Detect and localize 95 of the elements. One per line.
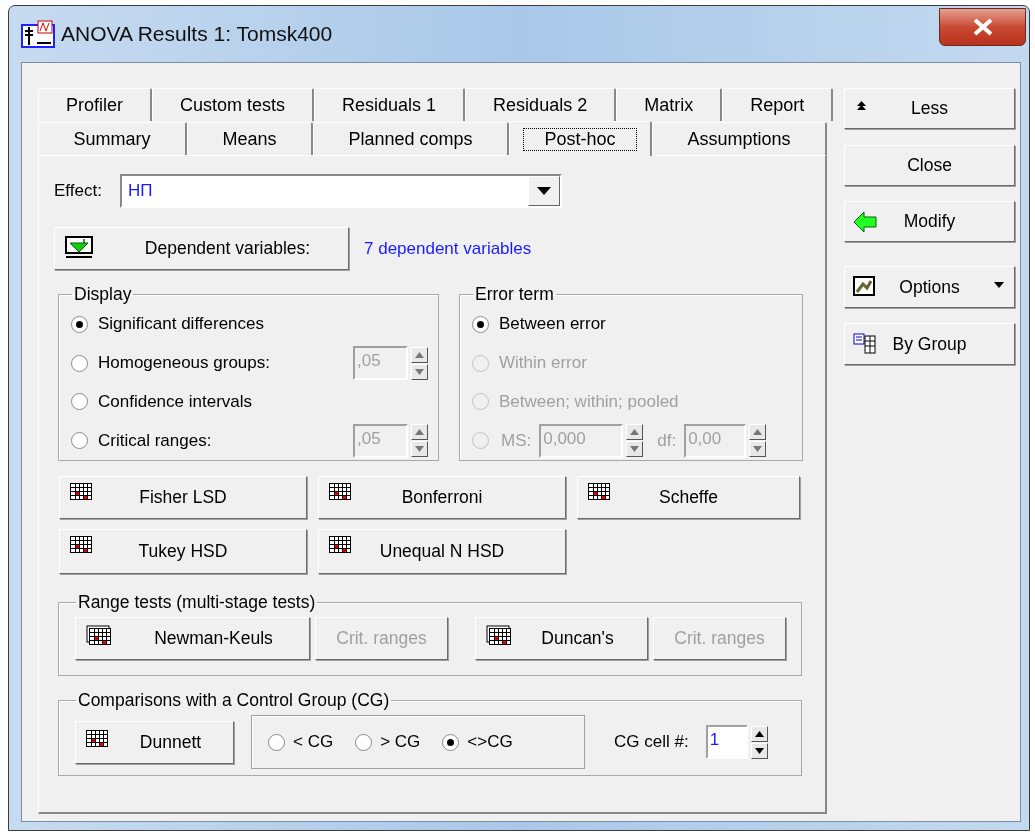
- table-icon: [329, 483, 351, 503]
- spin-down-button[interactable]: [750, 742, 768, 759]
- test-button[interactable]: Newman-Keuls: [75, 617, 310, 660]
- up-triangle-icon: [630, 429, 640, 436]
- dependent-variables-summary: 7 dependent variables: [364, 238, 532, 259]
- down-triangle-icon: [753, 446, 763, 453]
- tab[interactable]: Custom tests: [152, 88, 315, 121]
- radio-button[interactable]: [355, 733, 373, 751]
- radio-label: Between error: [499, 314, 606, 335]
- spin-down-button[interactable]: [411, 363, 428, 380]
- side-button[interactable]: By Group: [844, 323, 1015, 365]
- table-icon: [86, 625, 112, 645]
- radio-label: < CG: [293, 732, 334, 752]
- down-triangle-icon: [415, 446, 424, 453]
- field-label: df:: [657, 430, 677, 451]
- field-label: MS:: [501, 430, 532, 451]
- test-button[interactable]: Tukey HSD: [59, 529, 307, 574]
- spin-up-button[interactable]: [750, 725, 768, 742]
- tab[interactable]: Post-hoc: [509, 121, 652, 156]
- dropdown-button[interactable]: [527, 176, 560, 206]
- up-triangle-icon: [753, 429, 763, 436]
- tab[interactable]: Profiler: [38, 88, 152, 121]
- spin-up-button[interactable]: [411, 424, 428, 441]
- radio-label: Within error: [499, 353, 587, 374]
- tab[interactable]: Assumptions: [652, 122, 827, 155]
- table-icon: [70, 536, 92, 556]
- effect-dropdown[interactable]: НП: [119, 174, 562, 208]
- field-label: Effect:: [54, 181, 102, 201]
- down-triangle-icon: [415, 368, 424, 375]
- app-icon: [21, 19, 55, 49]
- tab[interactable]: Matrix: [616, 88, 723, 121]
- dependent-variables-button[interactable]: Dependent variables:: [54, 227, 349, 270]
- group-label: Comparisons with a Control Group (CG): [77, 690, 391, 711]
- radio-label: Between; within; pooled: [499, 391, 679, 412]
- up-arrow-icon: [857, 101, 866, 111]
- radio-button[interactable]: [442, 733, 460, 751]
- table-icon: [486, 625, 512, 645]
- left-arrow-icon: [853, 211, 877, 233]
- tab[interactable]: Residuals 2: [465, 88, 617, 121]
- radio-button[interactable]: [268, 733, 285, 751]
- group-label: Display: [73, 284, 133, 305]
- caret-icon: [536, 187, 551, 195]
- dropdown-value: НП: [127, 181, 153, 201]
- caret-icon: [994, 282, 1004, 288]
- tab[interactable]: Residuals 1: [314, 88, 466, 121]
- group-label: Error term: [474, 284, 555, 305]
- side-button[interactable]: Options: [844, 266, 1015, 308]
- field-label: CG cell #:: [614, 732, 689, 752]
- down-triangle-icon: [754, 747, 764, 754]
- table-icon: [70, 483, 92, 503]
- tab[interactable]: Report: [722, 88, 834, 121]
- test-button[interactable]: Duncan's: [475, 617, 648, 660]
- group-label: Range tests (multi-stage tests): [77, 592, 317, 613]
- table-icon: [86, 729, 108, 750]
- table-icon: [329, 536, 351, 556]
- by-group-icon: [853, 333, 877, 355]
- side-button[interactable]: Modify: [844, 201, 1015, 242]
- radio-label: > CG: [380, 732, 421, 752]
- up-triangle-icon: [415, 429, 424, 436]
- variables-icon: [65, 236, 93, 260]
- side-button[interactable]: Less: [844, 88, 1015, 129]
- radio-label: Significant differences: [98, 314, 264, 335]
- spin-down-button[interactable]: [749, 441, 767, 458]
- radio-label: <>CG: [467, 732, 513, 752]
- spin-up-button[interactable]: [749, 424, 767, 441]
- up-triangle-icon: [415, 351, 424, 358]
- picture-icon: [853, 276, 875, 296]
- radio-button[interactable]: [71, 393, 88, 411]
- table-icon: [588, 483, 610, 503]
- test-button[interactable]: Fisher LSD: [59, 476, 307, 519]
- side-button[interactable]: Close: [844, 145, 1015, 186]
- spin-down-button[interactable]: [411, 441, 428, 458]
- tab[interactable]: Summary: [38, 122, 187, 155]
- radio-button[interactable]: [71, 432, 88, 450]
- radio-label: Confidence intervals: [98, 391, 253, 412]
- up-triangle-icon: [754, 730, 764, 737]
- spin-up-button[interactable]: [626, 424, 644, 441]
- test-button[interactable]: Unequal N HSD: [318, 529, 566, 574]
- dunnett-button[interactable]: Dunnett: [75, 720, 234, 764]
- test-button[interactable]: Bonferroni: [318, 476, 566, 519]
- radio-label: Critical ranges:: [98, 430, 212, 451]
- number-field[interactable]: 1: [705, 725, 748, 759]
- test-button[interactable]: Scheffe: [577, 476, 800, 519]
- radio-button[interactable]: [71, 354, 88, 372]
- window-title: ANOVA Results 1: Tomsk400: [61, 22, 333, 46]
- tab[interactable]: Planned comps: [312, 122, 509, 155]
- tab[interactable]: Means: [186, 122, 313, 155]
- radio-button[interactable]: [71, 315, 88, 333]
- radio-label: Homogeneous groups:: [98, 353, 270, 374]
- spin-down-button[interactable]: [626, 441, 644, 458]
- down-triangle-icon: [630, 446, 640, 453]
- radio-button[interactable]: [472, 315, 489, 333]
- spin-up-button[interactable]: [411, 346, 428, 363]
- close-button[interactable]: [939, 8, 1026, 46]
- close-icon: [971, 18, 994, 36]
